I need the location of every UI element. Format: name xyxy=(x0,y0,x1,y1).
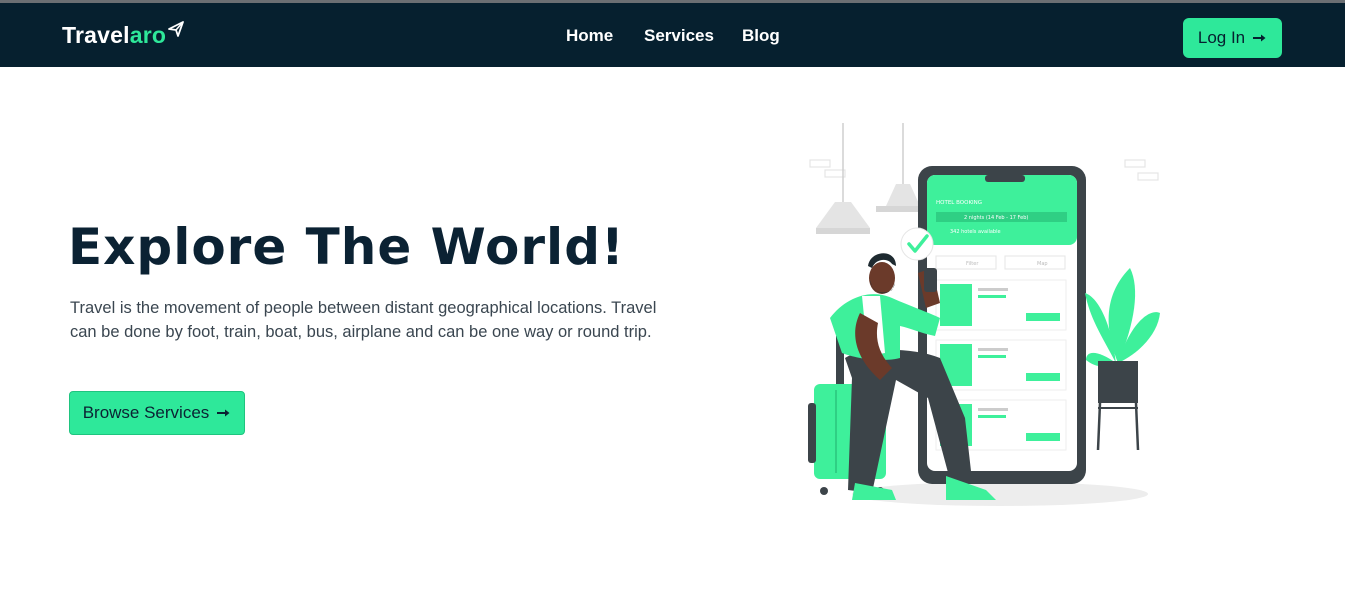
browse-services-button[interactable]: Browse Services xyxy=(69,391,245,435)
ceiling-lamps xyxy=(816,123,928,234)
phone-map-label: Map xyxy=(1037,261,1048,267)
nav-link-services[interactable]: Services xyxy=(644,24,714,48)
arrow-right-icon xyxy=(217,409,230,417)
browse-services-label: Browse Services xyxy=(82,403,210,422)
phone-filter-label: Filter xyxy=(966,261,979,267)
ground-shadow xyxy=(852,482,1148,506)
paper-plane-icon xyxy=(168,21,185,37)
hero-title: Explore The World! xyxy=(68,218,625,276)
login-button-label: Log In xyxy=(1197,28,1246,47)
brand-logo[interactable]: Travel aro xyxy=(62,20,185,50)
navbar: Travel aro Home Services Blog Log In xyxy=(0,3,1345,67)
phone-available-text: 342 hotels available xyxy=(950,229,1001,235)
plant-decoration xyxy=(1085,268,1160,451)
phone-dates-text: 2 nights (14 Feb - 17 Feb) xyxy=(964,215,1028,221)
brand-name-part2: aro xyxy=(129,21,167,48)
login-button[interactable]: Log In xyxy=(1183,18,1282,58)
brand-name-part1: Travel xyxy=(62,21,130,48)
phone-header-text: HOTEL BOOKING xyxy=(936,200,982,206)
nav-link-blog[interactable]: Blog xyxy=(742,24,780,48)
arrow-right-icon xyxy=(1253,34,1266,42)
nav-link-home[interactable]: Home xyxy=(566,24,613,48)
hero-description: Travel is the movement of people between… xyxy=(70,299,657,341)
travel-booking-illustration: HOTEL BOOKING 2 nights (14 Feb - 17 Feb)… xyxy=(808,123,1160,506)
